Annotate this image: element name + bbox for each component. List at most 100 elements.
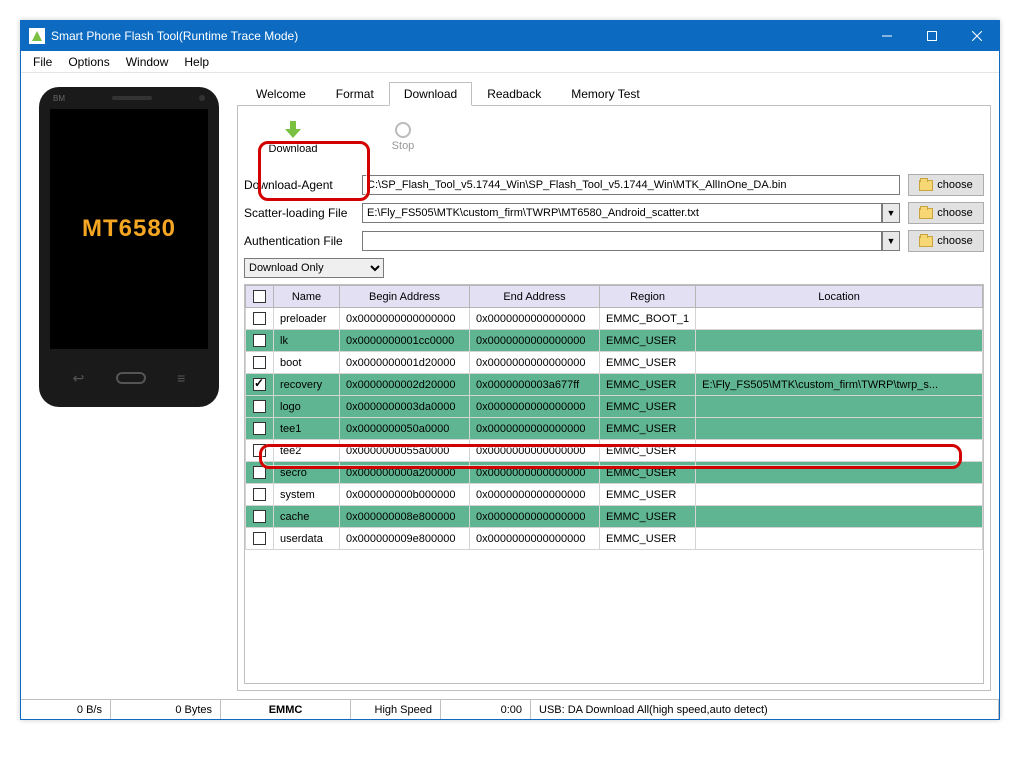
cell-region: EMMC_USER — [600, 418, 696, 440]
cell-location — [696, 440, 983, 462]
folder-icon — [919, 236, 933, 247]
maximize-button[interactable] — [909, 21, 954, 51]
row-checkbox[interactable] — [253, 400, 266, 413]
stop-icon — [395, 122, 411, 138]
header-begin[interactable]: Begin Address — [340, 286, 470, 308]
auth-file-input[interactable] — [362, 231, 882, 251]
stop-button[interactable]: Stop — [354, 112, 452, 162]
download-mode-select[interactable]: Download Only — [244, 258, 384, 278]
choose-auth-button[interactable]: choose — [908, 230, 984, 252]
row-checkbox[interactable] — [253, 312, 266, 325]
status-time: 0:00 — [441, 700, 531, 719]
phone-mock: BM MT6580 ↩ ≡ — [39, 87, 219, 407]
table-row[interactable]: lk0x0000000001cc00000x0000000000000000EM… — [246, 330, 983, 352]
download-label: Download — [269, 143, 318, 155]
partition-table: Name Begin Address End Address Region Lo… — [244, 284, 984, 684]
cell-region: EMMC_USER — [600, 506, 696, 528]
table-row[interactable]: cache0x000000008e8000000x000000000000000… — [246, 506, 983, 528]
folder-icon — [919, 208, 933, 219]
choose-da-button[interactable]: choose — [908, 174, 984, 196]
table-row[interactable]: recovery0x0000000002d200000x0000000003a6… — [246, 374, 983, 396]
header-end[interactable]: End Address — [470, 286, 600, 308]
titlebar[interactable]: Smart Phone Flash Tool(Runtime Trace Mod… — [21, 21, 999, 51]
cell-region: EMMC_USER — [600, 462, 696, 484]
cell-end: 0x0000000000000000 — [470, 396, 600, 418]
cell-begin: 0x0000000003da0000 — [340, 396, 470, 418]
cell-begin: 0x000000000b000000 — [340, 484, 470, 506]
cell-begin: 0x0000000050a0000 — [340, 418, 470, 440]
table-row[interactable]: userdata0x000000009e8000000x000000000000… — [246, 528, 983, 550]
row-checkbox[interactable] — [253, 334, 266, 347]
cell-begin: 0x0000000001d20000 — [340, 352, 470, 374]
cell-name: tee1 — [274, 418, 340, 440]
tab-format[interactable]: Format — [321, 82, 389, 106]
app-icon — [29, 28, 45, 44]
table-row[interactable]: preloader0x00000000000000000x00000000000… — [246, 308, 983, 330]
cell-name: cache — [274, 506, 340, 528]
menu-help[interactable]: Help — [176, 53, 217, 71]
scatter-file-input[interactable] — [362, 203, 882, 223]
table-row[interactable]: tee10x0000000050a00000x0000000000000000E… — [246, 418, 983, 440]
tab-welcome[interactable]: Welcome — [241, 82, 321, 106]
cell-region: EMMC_USER — [600, 352, 696, 374]
status-bps: 0 B/s — [21, 700, 111, 719]
row-checkbox[interactable] — [253, 510, 266, 523]
cell-name: lk — [274, 330, 340, 352]
download-button[interactable]: Download — [244, 112, 342, 162]
table-row[interactable]: system0x000000000b0000000x00000000000000… — [246, 484, 983, 506]
status-bytes: 0 Bytes — [111, 700, 221, 719]
header-name[interactable]: Name — [274, 286, 340, 308]
tab-download[interactable]: Download — [389, 82, 472, 106]
cell-end: 0x0000000000000000 — [470, 440, 600, 462]
table-row[interactable]: tee20x0000000055a00000x0000000000000000E… — [246, 440, 983, 462]
minimize-button[interactable] — [864, 21, 909, 51]
menubar: File Options Window Help — [21, 51, 999, 73]
tab-readback[interactable]: Readback — [472, 82, 556, 106]
tab-memory-test[interactable]: Memory Test — [556, 82, 654, 106]
row-checkbox[interactable] — [253, 356, 266, 369]
table-row[interactable]: logo0x0000000003da00000x0000000000000000… — [246, 396, 983, 418]
row-checkbox[interactable] — [253, 444, 266, 457]
toolbar: Download Stop — [244, 112, 984, 168]
header-region[interactable]: Region — [600, 286, 696, 308]
chip-label: MT6580 — [82, 215, 176, 243]
check-all-checkbox[interactable] — [253, 290, 266, 303]
phone-preview-panel: BM MT6580 ↩ ≡ — [29, 81, 229, 691]
cell-location — [696, 396, 983, 418]
auth-dropdown-button[interactable]: ▼ — [882, 231, 900, 251]
choose-scatter-button[interactable]: choose — [908, 202, 984, 224]
cell-name: recovery — [274, 374, 340, 396]
cell-location — [696, 352, 983, 374]
cell-end: 0x0000000000000000 — [470, 462, 600, 484]
cell-end: 0x0000000000000000 — [470, 308, 600, 330]
cell-location — [696, 418, 983, 440]
phone-menu-icon: ≡ — [177, 370, 185, 386]
table-row[interactable]: boot0x0000000001d200000x0000000000000000… — [246, 352, 983, 374]
download-agent-input[interactable] — [362, 175, 900, 195]
menu-options[interactable]: Options — [60, 53, 117, 71]
header-check[interactable] — [246, 286, 274, 308]
cell-name: tee2 — [274, 440, 340, 462]
header-location[interactable]: Location — [696, 286, 983, 308]
menu-window[interactable]: Window — [118, 53, 177, 71]
row-checkbox[interactable] — [253, 466, 266, 479]
table-row[interactable]: secro0x000000000a2000000x000000000000000… — [246, 462, 983, 484]
cell-name: preloader — [274, 308, 340, 330]
cell-name: secro — [274, 462, 340, 484]
cell-location — [696, 484, 983, 506]
row-checkbox[interactable] — [253, 378, 266, 391]
scatter-dropdown-button[interactable]: ▼ — [882, 203, 900, 223]
close-button[interactable] — [954, 21, 999, 51]
cell-end: 0x0000000000000000 — [470, 330, 600, 352]
row-checkbox[interactable] — [253, 488, 266, 501]
row-checkbox[interactable] — [253, 532, 266, 545]
phone-camera — [199, 95, 205, 101]
phone-speaker — [112, 96, 152, 100]
cell-region: EMMC_USER — [600, 528, 696, 550]
status-emmc: EMMC — [221, 700, 351, 719]
row-checkbox[interactable] — [253, 422, 266, 435]
menu-file[interactable]: File — [25, 53, 60, 71]
cell-region: EMMC_USER — [600, 374, 696, 396]
cell-location — [696, 506, 983, 528]
download-arrow-icon — [282, 119, 304, 141]
